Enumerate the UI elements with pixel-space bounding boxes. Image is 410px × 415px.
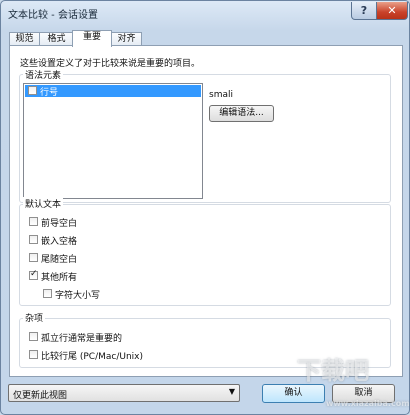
chevron-down-icon: ▼ <box>228 387 235 396</box>
tab-norms[interactable]: 规范 <box>9 32 40 46</box>
update-scope-value: 仅更新此视图 <box>13 391 68 401</box>
character-case-checkbox[interactable] <box>43 289 52 298</box>
grammar-elements-label: 语法元素 <box>23 68 64 81</box>
tab-alignment[interactable]: 对齐 <box>111 32 142 46</box>
default-text-label: 默认文本 <box>23 197 64 210</box>
list-item-label: 行号 <box>40 88 59 98</box>
watermark-url: www.xiazaiba.com <box>326 399 410 408</box>
title-bar: 文本比较 - 会话设置 ? ✕ <box>1 1 409 23</box>
window-title: 文本比较 - 会话设置 <box>8 10 98 21</box>
list-item-checkbox[interactable] <box>28 86 37 95</box>
trailing-whitespace-checkbox[interactable] <box>29 253 38 262</box>
tab-importance[interactable]: 重要 <box>72 30 112 47</box>
tab-format[interactable]: 格式 <box>39 32 74 46</box>
orphan-lines-label: 孤立行通常是重要的 <box>41 334 123 344</box>
all-other-checkbox[interactable] <box>29 269 38 280</box>
dialog-window: 文本比较 - 会话设置 ? ✕ 规范 格式 重要 对齐 这些设置定义了对于比较来… <box>0 0 410 415</box>
watermark-logo: 下载吧 <box>297 357 369 385</box>
help-icon: ? <box>360 4 368 17</box>
grammar-name: smali <box>209 90 233 100</box>
close-button[interactable]: ✕ <box>376 2 408 20</box>
edit-grammar-button[interactable]: 编辑语法... <box>209 105 274 122</box>
leading-whitespace-label: 前导空白 <box>41 219 78 229</box>
update-scope-select[interactable]: 仅更新此视图 ▼ <box>8 384 240 402</box>
misc-label: 杂项 <box>23 311 46 324</box>
embedded-spaces-label: 嵌入空格 <box>41 237 78 247</box>
character-case-label: 字符大小写 <box>55 291 101 301</box>
grammar-elements-list[interactable]: 行号 <box>23 83 203 199</box>
compare-line-endings-label: 比较行尾 (PC/Mac/Unix) <box>41 352 144 362</box>
all-other-label: 其他所有 <box>41 273 78 283</box>
ok-button[interactable]: 确认 <box>262 384 325 403</box>
close-icon: ✕ <box>387 4 397 17</box>
embedded-spaces-checkbox[interactable] <box>29 235 38 244</box>
help-button[interactable]: ? <box>351 2 377 20</box>
compare-line-endings-checkbox[interactable] <box>29 350 38 359</box>
leading-whitespace-checkbox[interactable] <box>29 217 38 226</box>
orphan-lines-checkbox[interactable] <box>29 332 38 341</box>
trailing-whitespace-label: 尾随空白 <box>41 255 78 265</box>
